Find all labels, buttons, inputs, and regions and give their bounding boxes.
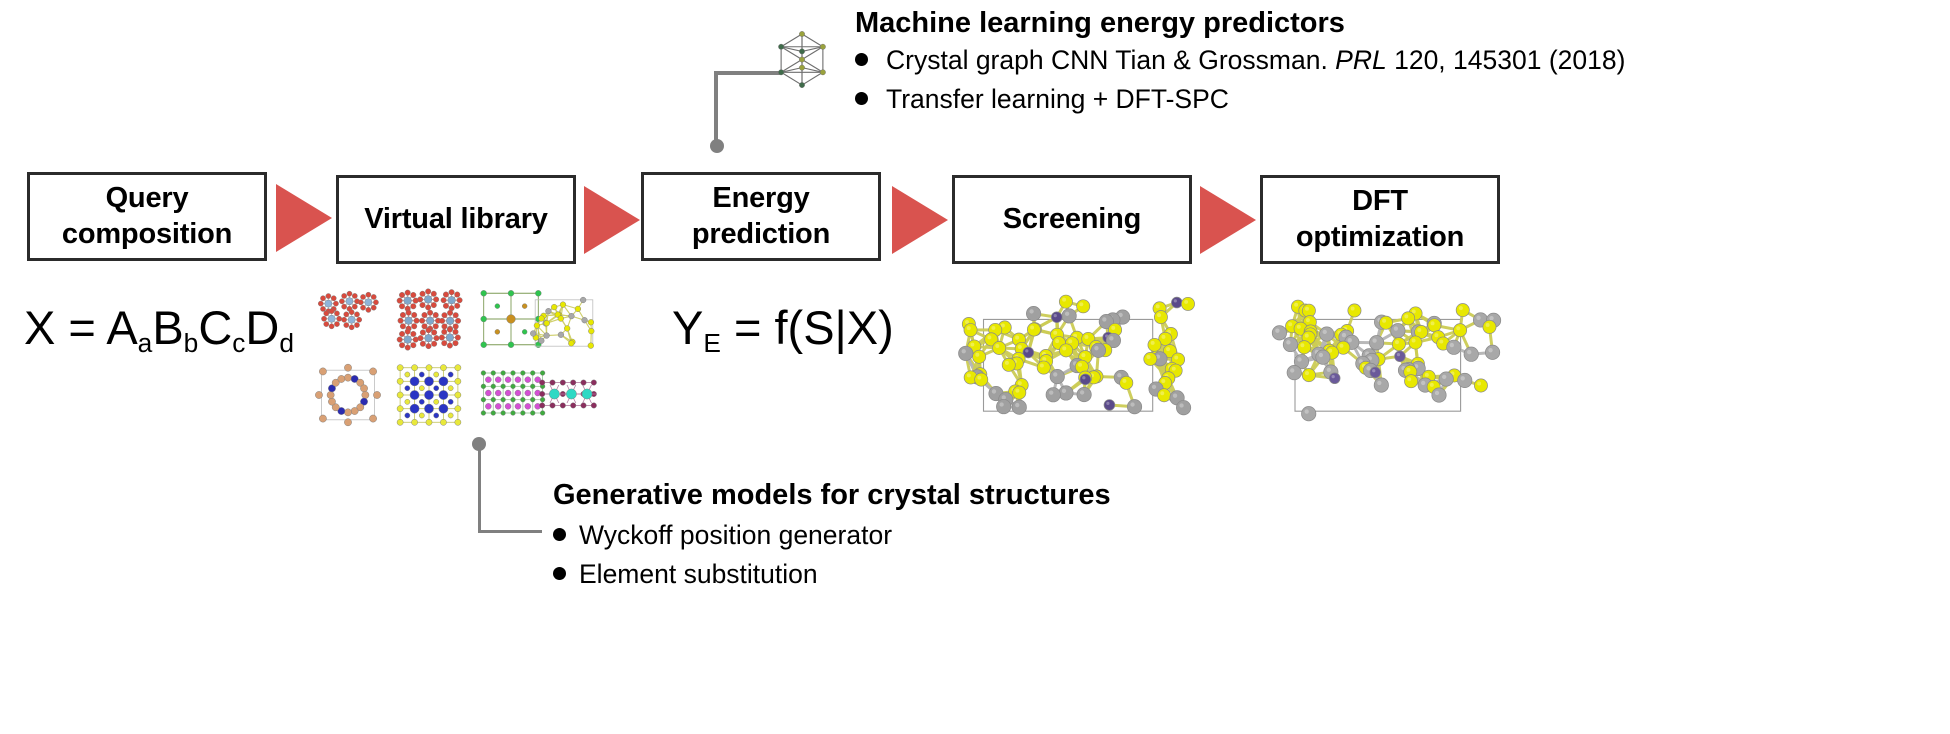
crystal-thumbnail-thumb-2 (392, 286, 468, 354)
stage-box-screening[interactable]: Screening (952, 175, 1192, 264)
stage-box-dft-optimization[interactable]: DFT optimization (1260, 175, 1500, 264)
callout-bullet-item: Wyckoff position generator (553, 516, 892, 555)
leader-endpoint-dot (472, 437, 486, 451)
stage-label-screening: Screening (1002, 202, 1142, 235)
callout-title-ml-energy-predictors: Machine learning energy predictors (855, 7, 1345, 39)
flow-arrow-3-icon (892, 186, 948, 254)
composition-formula: X = AaBbCcDd (24, 301, 295, 358)
leader-line-vertical (714, 71, 718, 143)
crystal-thumbnail-thumb-1 (314, 288, 386, 352)
stage-label-virtual-library: Virtual library (364, 202, 548, 235)
callout-item-text: Transfer learning + DFT-SPC (886, 84, 1229, 115)
callout-item-text: Wyckoff position generator (579, 520, 893, 550)
callout-bullet-item: Crystal graph CNN Tian & Grossman. PRL 1… (855, 41, 1625, 80)
flow-arrow-2-icon (584, 186, 640, 254)
flow-arrow-4-icon (1200, 186, 1256, 254)
callout-item-text: Crystal graph CNN Tian & Grossman. PRL 1… (886, 45, 1626, 75)
callout-list-ml-energy-predictors: Crystal graph CNN Tian & Grossman. PRL 1… (855, 41, 1625, 119)
bullet-icon (553, 528, 566, 541)
stage-label-query-composition: Query composition (61, 182, 233, 250)
crystal-thumbnail-thumb-4 (528, 294, 600, 352)
crystal-render-dft-structure (1271, 282, 1502, 452)
callout-bullet-item: Transfer learning + DFT-SPC (855, 80, 1625, 119)
stage-label-dft-optimization: DFT optimization (1295, 185, 1465, 253)
bullet-icon (553, 567, 566, 581)
flow-arrow-1-icon (276, 184, 332, 252)
leader-endpoint-dot (710, 139, 724, 153)
crystal-render-screening-structure (958, 282, 1195, 452)
crystal-graph-icon (773, 29, 831, 97)
callout-item-text: Element substitution (579, 559, 818, 590)
leader-line-vertical (478, 444, 481, 533)
callout-title-generative-models: Generative models for crystal structures (553, 479, 1111, 511)
energy-formula: YE = f(S|X) (672, 301, 894, 358)
crystal-thumbnail-thumb-5 (315, 363, 381, 427)
leader-line-horizontal (478, 530, 542, 533)
stage-box-virtual-library[interactable]: Virtual library (336, 175, 576, 264)
stage-box-query-composition[interactable]: Query composition (27, 172, 267, 261)
bullet-icon (855, 92, 868, 106)
callout-bullet-item: Element substitution (553, 555, 892, 594)
bullet-icon (855, 53, 868, 66)
stage-box-energy-prediction[interactable]: Energy prediction (641, 172, 881, 261)
crystal-thumbnail-thumb-6 (392, 360, 466, 430)
callout-list-generative-models: Wyckoff position generator Element substi… (553, 516, 892, 594)
crystal-thumbnail-thumb-8 (534, 368, 602, 420)
stage-label-energy-prediction: Energy prediction (691, 182, 831, 250)
